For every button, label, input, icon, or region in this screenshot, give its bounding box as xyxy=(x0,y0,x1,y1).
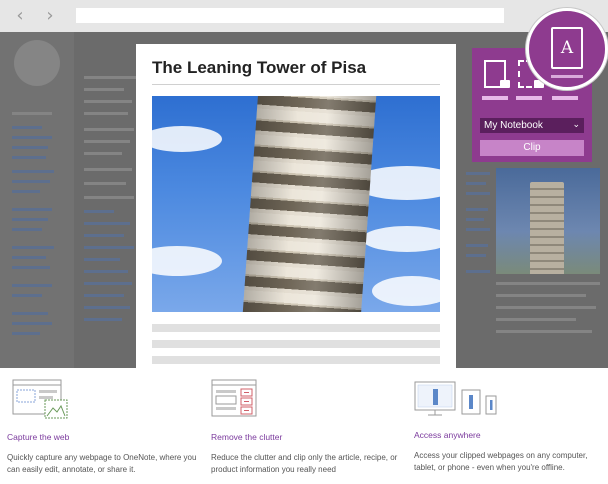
onenote-page-icon: A xyxy=(551,27,583,69)
background-text-line xyxy=(496,294,586,297)
background-text-line xyxy=(466,218,484,221)
screen: ‹ › The Leaning Tower of Pisa My Noteboo… xyxy=(0,0,608,484)
background-text-line xyxy=(84,222,130,225)
background-text-line xyxy=(84,112,128,115)
background-text-line xyxy=(12,266,50,269)
onenote-clipper-icon[interactable]: A xyxy=(526,8,608,90)
full-page-mode-button[interactable] xyxy=(482,58,510,100)
background-text-line xyxy=(84,270,128,273)
background-text-line xyxy=(12,146,48,149)
article-title: The Leaning Tower of Pisa xyxy=(152,58,367,77)
tower-photo xyxy=(152,96,440,312)
access-anywhere-icon xyxy=(414,381,497,416)
chevron-down-icon: ⌄ xyxy=(572,120,580,130)
background-text-line xyxy=(12,218,48,221)
feature-description: Access your clipped webpages on any comp… xyxy=(414,451,588,472)
feature-access-anywhere: Access anywhere Access your clipped webp… xyxy=(414,368,604,484)
background-text-line xyxy=(466,254,486,257)
background-text-line xyxy=(84,88,124,91)
background-text-line xyxy=(12,312,48,315)
feature-title: Capture the web xyxy=(7,432,70,442)
background-text-line xyxy=(84,128,134,131)
background-text-line xyxy=(12,126,42,129)
background-text-line xyxy=(466,172,490,175)
background-text-line xyxy=(12,208,52,211)
background-text-line xyxy=(84,152,122,155)
background-text-line xyxy=(84,258,120,261)
background-text-line xyxy=(496,318,576,321)
background-text-line xyxy=(12,112,52,115)
placeholder-text-line xyxy=(152,324,440,332)
placeholder-text-line xyxy=(152,340,440,348)
feature-description: Reduce the clutter and clip only the art… xyxy=(211,453,398,474)
background-text-line xyxy=(84,168,132,171)
chevron-right-icon[interactable]: › xyxy=(40,6,60,26)
cloud xyxy=(152,246,222,276)
background-text-line xyxy=(12,180,50,183)
background-text-line xyxy=(12,228,42,231)
background-text-line xyxy=(84,246,134,249)
background-text-line xyxy=(12,284,52,287)
background-text-line xyxy=(12,170,54,173)
background-text-line xyxy=(466,244,488,247)
background-text-line xyxy=(466,228,490,231)
background-text-line xyxy=(84,76,136,79)
cloud xyxy=(362,226,440,252)
cloud xyxy=(152,126,222,152)
background-text-line xyxy=(12,332,40,335)
badge-underline xyxy=(551,75,583,78)
features-section: Capture the web Quickly capture any webp… xyxy=(0,368,608,484)
notebook-dropdown[interactable]: My Notebook ⌄ xyxy=(480,118,584,133)
clip-button[interactable]: Clip xyxy=(480,140,584,156)
article-preview: The Leaning Tower of Pisa xyxy=(136,44,456,368)
background-text-line xyxy=(84,282,132,285)
background-avatar xyxy=(14,40,60,86)
chevron-left-icon[interactable]: ‹ xyxy=(10,6,30,26)
address-bar[interactable] xyxy=(76,8,504,23)
background-text-line xyxy=(496,330,592,333)
capture-web-icon xyxy=(12,379,68,419)
notebook-name: My Notebook xyxy=(484,120,543,131)
browser-toolbar: ‹ › xyxy=(0,0,608,32)
background-text-line xyxy=(12,136,52,139)
background-text-line xyxy=(84,182,126,185)
mode-indicator xyxy=(482,96,508,100)
camera-icon xyxy=(500,80,510,88)
background-text-line xyxy=(84,140,130,143)
background-text-line xyxy=(496,306,596,309)
background-text-line xyxy=(466,208,488,211)
background-text-line xyxy=(12,322,52,325)
background-text-line xyxy=(84,210,114,213)
thumbnail-tower xyxy=(530,182,564,274)
background-tower-thumbnail xyxy=(496,168,600,274)
background-text-line xyxy=(84,100,132,103)
mode-indicator xyxy=(516,96,542,100)
cloud xyxy=(372,276,440,306)
feature-title: Access anywhere xyxy=(414,430,481,440)
remove-clutter-icon xyxy=(211,379,257,417)
background-text-line xyxy=(12,294,42,297)
placeholder-text-line xyxy=(152,356,440,364)
background-text-line xyxy=(466,182,486,185)
background-text-line xyxy=(12,246,54,249)
background-text-line xyxy=(84,294,124,297)
background-text-line xyxy=(466,270,490,273)
background-text-line xyxy=(84,318,122,321)
background-text-line xyxy=(12,156,46,159)
background-text-line xyxy=(12,256,46,259)
background-text-line xyxy=(84,306,130,309)
feature-remove-clutter: Remove the clutter Reduce the clutter an… xyxy=(211,368,401,484)
background-sidebar xyxy=(0,32,74,368)
background-text-line xyxy=(84,234,124,237)
feature-title: Remove the clutter xyxy=(211,432,283,442)
feature-capture-web: Capture the web Quickly capture any webp… xyxy=(7,368,197,484)
background-text-line xyxy=(496,282,600,285)
feature-description: Quickly capture any webpage to OneNote, … xyxy=(7,453,197,474)
background-text-line xyxy=(466,192,490,195)
title-divider xyxy=(152,84,440,85)
background-text-line xyxy=(12,190,40,193)
mode-indicator xyxy=(552,96,578,100)
tower-shading xyxy=(242,96,377,312)
background-text-line xyxy=(84,196,134,199)
